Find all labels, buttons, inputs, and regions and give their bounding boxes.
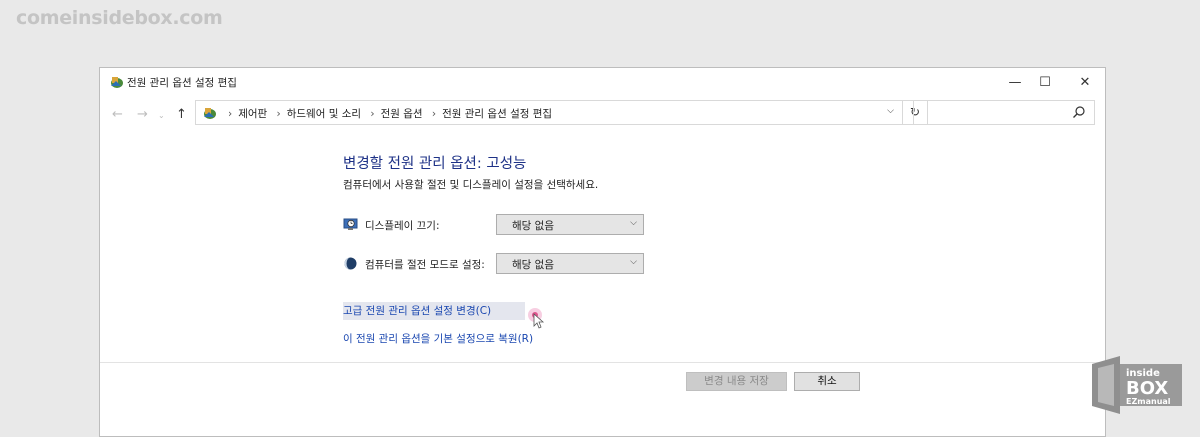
breadcrumb-separator: › [431,108,437,120]
control-panel-icon [204,108,216,119]
cancel-button[interactable]: 취소 [794,372,860,391]
watermark-text: comeinsidebox.com [16,7,223,29]
display-off-select[interactable]: 해당 없음 ⌵ [496,214,644,235]
search-input[interactable] [913,100,1095,125]
page-description: 컴퓨터에서 사용할 절전 및 디스플레이 설정을 선택하세요. [343,179,599,191]
window: 전원 관리 옵션 설정 편집 — ☐ ✕ ← → ⌄ ↑ › 제어판 › 하드웨어 … [99,67,1106,437]
sleep-select[interactable]: 해당 없음 ⌵ [496,253,644,274]
save-changes-button[interactable]: 변경 내용 저장 [686,372,787,391]
advanced-settings-link-row: 고급 전원 관리 옵션 설정 변경(C) [343,302,545,329]
breadcrumb-control-panel[interactable]: 제어판 [238,108,267,120]
advanced-settings-link[interactable]: 고급 전원 관리 옵션 설정 변경(C) [343,302,526,320]
recent-chevron-icon[interactable]: ⌄ [158,111,165,120]
display-off-value: 해당 없음 [512,220,554,232]
breadcrumb-separator: › [276,108,281,120]
logo-line3: EZmanual [1126,397,1171,406]
display-off-label: 디스플레이 끄기: [365,220,440,232]
up-icon[interactable]: ↑ [176,107,187,122]
breadcrumb-edit-plan[interactable]: 전원 관리 옵션 설정 편집 [442,108,552,120]
sleep-label: 컴퓨터를 절전 모드로 설정: [365,259,485,271]
display-off-row: 디스플레이 끄기: 해당 없음 ⌵ [343,214,663,236]
breadcrumb-power-options[interactable]: 전원 옵션 [381,108,423,120]
search-icon [1073,106,1085,118]
address-box[interactable]: › 제어판 › 하드웨어 및 소리 › 전원 옵션 › 전원 관리 옵션 설정 편집 ⌵ [195,100,903,125]
breadcrumb: › 제어판 › 하드웨어 및 소리 › 전원 옵션 › 전원 관리 옵션 설정 편집 [226,106,556,121]
breadcrumb-separator: › [370,108,375,120]
page-title: 변경할 전원 관리 옵션: 고성능 [343,156,527,172]
moon-icon [344,257,357,270]
chevron-down-icon: ⌵ [630,218,637,228]
back-icon[interactable]: ← [112,107,123,122]
divider [100,362,1105,363]
monitor-clock-icon [343,218,358,230]
insidebox-logo: inside BOX EZmanual [1092,356,1182,414]
sleep-row: 컴퓨터를 절전 모드로 설정: 해당 없음 ⌵ [343,253,663,275]
chevron-down-icon: ⌵ [630,257,637,267]
close-button[interactable]: ✕ [1062,68,1108,96]
chevron-down-icon[interactable]: ⌵ [887,106,894,116]
mouse-cursor-icon [528,308,545,329]
breadcrumb-separator: › [228,108,233,120]
address-bar-row: ← → ⌄ ↑ › 제어판 › 하드웨어 및 소리 › 전원 옵션 › 전원 관리 옵션… [100,100,1105,128]
restore-defaults-link[interactable]: 이 전원 관리 옵션을 기본 설정으로 복원(R) [343,331,533,346]
forward-icon[interactable]: → [137,107,148,122]
title-bar: 전원 관리 옵션 설정 편집 — ☐ ✕ [100,68,1105,96]
window-title: 전원 관리 옵션 설정 편집 [127,77,237,89]
sleep-value: 해당 없음 [512,259,554,271]
power-options-icon [111,77,123,88]
breadcrumb-hardware-sound[interactable]: 하드웨어 및 소리 [287,108,361,120]
logo-line2: BOX [1126,378,1168,399]
